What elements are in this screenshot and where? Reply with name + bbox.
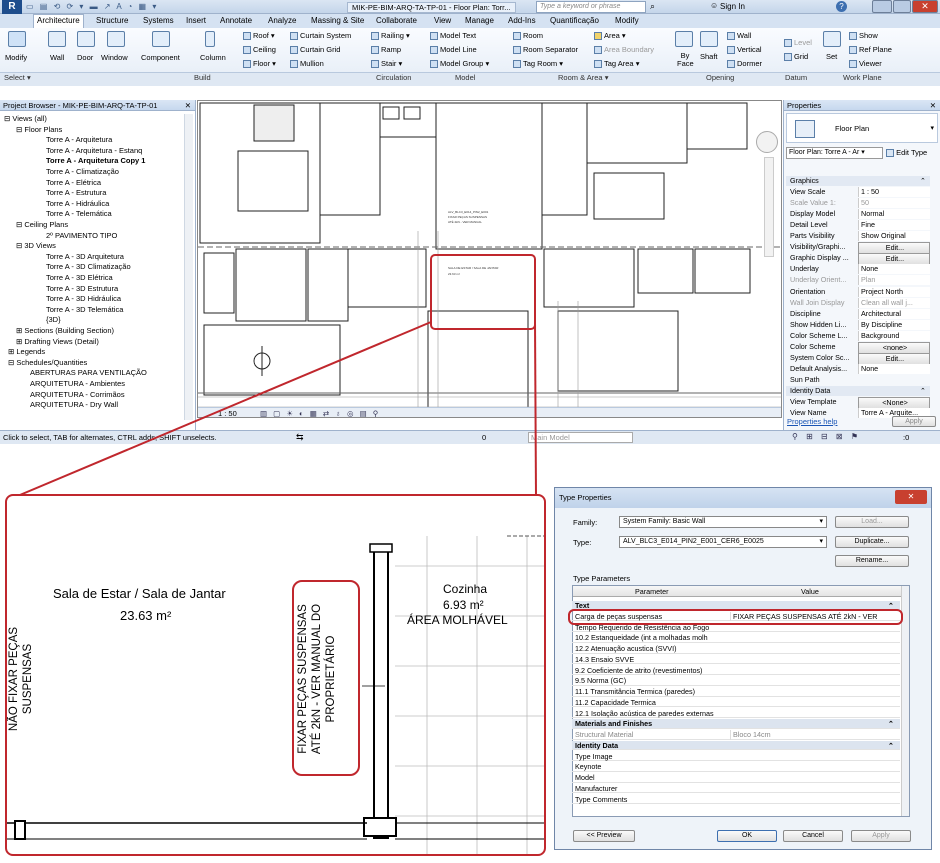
- parameter-row[interactable]: 9.5 Norma (GC): [572, 676, 900, 686]
- parameter-section[interactable]: Materials and Finishes ⌃: [572, 719, 900, 729]
- parameter-name: Type Image: [575, 751, 613, 761]
- zoom-plan-drawing: [7, 535, 544, 854]
- left-note-text: NÃO FIXAR PEÇAS SUSPENSAS: [8, 626, 34, 732]
- parameter-name: Structural Material: [575, 730, 634, 739]
- apply-button[interactable]: Apply: [851, 830, 911, 842]
- ok-button[interactable]: OK: [717, 830, 777, 842]
- parameter-name: Model: [575, 773, 595, 782]
- parameter-name: 14.3 Ensaio SVVE: [575, 654, 635, 664]
- parameter-name: Manufacturer: [575, 783, 618, 793]
- parameter-value[interactable]: Bloco 14cm: [730, 730, 898, 740]
- carga-highlight: [568, 609, 903, 625]
- room2-area: 6.93 m²: [443, 598, 484, 612]
- parameter-row[interactable]: Manufacturer: [572, 784, 900, 794]
- parameter-row[interactable]: Model: [572, 773, 900, 783]
- family-label: Family:: [573, 518, 598, 527]
- chevron-down-icon: ▾: [819, 538, 823, 545]
- room2-name: Cozinha: [443, 582, 488, 596]
- rename-button[interactable]: Rename...: [835, 555, 909, 567]
- parameter-name: Keynote: [575, 762, 602, 772]
- type-parameters-label: Type Parameters: [573, 574, 631, 583]
- family-select[interactable]: System Family: Basic Wall ▾: [619, 516, 827, 528]
- col-parameter: Parameter: [635, 587, 669, 596]
- parameter-section[interactable]: Identity Data ⌃: [572, 740, 900, 751]
- parameter-name: Type Comments: [575, 794, 628, 804]
- parameter-name: 12.1 Isolação acústica de paredes extern…: [575, 708, 714, 718]
- room2-note: ÁREA MOLHÁVEL: [407, 613, 508, 627]
- parameter-row[interactable]: Type Comments: [572, 794, 900, 804]
- parameter-row[interactable]: 11.1 Transmitância Termica (paredes): [572, 687, 900, 697]
- parameter-row[interactable]: Type Image: [572, 751, 900, 761]
- parameters-header: Parameter Value: [573, 586, 901, 597]
- chevron-down-icon: ▾: [819, 518, 823, 525]
- collapse-icon[interactable]: ⌃: [888, 719, 894, 729]
- zoom-detail-panel: Sala de Estar / Sala de Jantar 23.63 m² …: [5, 494, 546, 856]
- parameter-row[interactable]: 12.1 Isolação acústica de paredes extern…: [572, 708, 900, 718]
- parameter-name: 9.5 Norma (GC): [575, 676, 627, 686]
- parameter-row[interactable]: 12.2 Atenuação acustica (SVVI): [572, 644, 900, 654]
- parameter-name: 11.2 Capacidade Termica: [575, 697, 656, 707]
- wall-note-text: FIXAR PEÇAS SUSPENSAS ATÉ 2kN - VER MANU…: [297, 603, 337, 755]
- parameter-name: Identity Data: [575, 740, 619, 750]
- parameter-row[interactable]: Structural Material Bloco 14cm: [572, 730, 900, 740]
- col-value: Value: [801, 587, 819, 596]
- type-select[interactable]: ALV_BLC3_E014_PIN2_E001_CER6_E0025 ▾: [619, 536, 827, 548]
- preview-button[interactable]: << Preview: [573, 830, 635, 842]
- parameter-row[interactable]: 14.3 Ensaio SVVE: [572, 655, 900, 665]
- parameter-name: 10.2 Estanqueidade (int a molhadas molh: [575, 633, 708, 643]
- parameter-row[interactable]: 9.2 Coeficiente de atrito (revestimentos…: [572, 665, 900, 675]
- room1-name: Sala de Estar / Sala de Jantar: [53, 586, 226, 601]
- cancel-button[interactable]: Cancel: [783, 830, 843, 842]
- dialog-close-button[interactable]: ✕: [895, 490, 927, 504]
- type-label: Type:: [573, 538, 592, 547]
- parameter-row[interactable]: 10.2 Estanqueidade (int a molhadas molh: [572, 633, 900, 643]
- parameter-row[interactable]: Keynote: [572, 762, 900, 772]
- dialog-title-bar: Type Properties ✕: [555, 488, 931, 508]
- room1-area: 23.63 m²: [120, 608, 172, 623]
- duplicate-button[interactable]: Duplicate...: [835, 536, 909, 548]
- collapse-icon[interactable]: ⌃: [888, 741, 894, 751]
- dialog-title: Type Properties: [559, 493, 612, 502]
- load-button[interactable]: Load...: [835, 516, 909, 528]
- parameter-name: 11.1 Transmitância Termica (paredes): [575, 687, 695, 696]
- parameter-name: Materials and Finishes: [575, 719, 653, 729]
- parameter-name: 9.2 Coeficiente de atrito (revestimentos…: [575, 665, 703, 675]
- parameter-name: 12.2 Atenuação acustica (SVVI): [575, 644, 677, 653]
- parameter-row[interactable]: 11.2 Capacidade Termica: [572, 698, 900, 708]
